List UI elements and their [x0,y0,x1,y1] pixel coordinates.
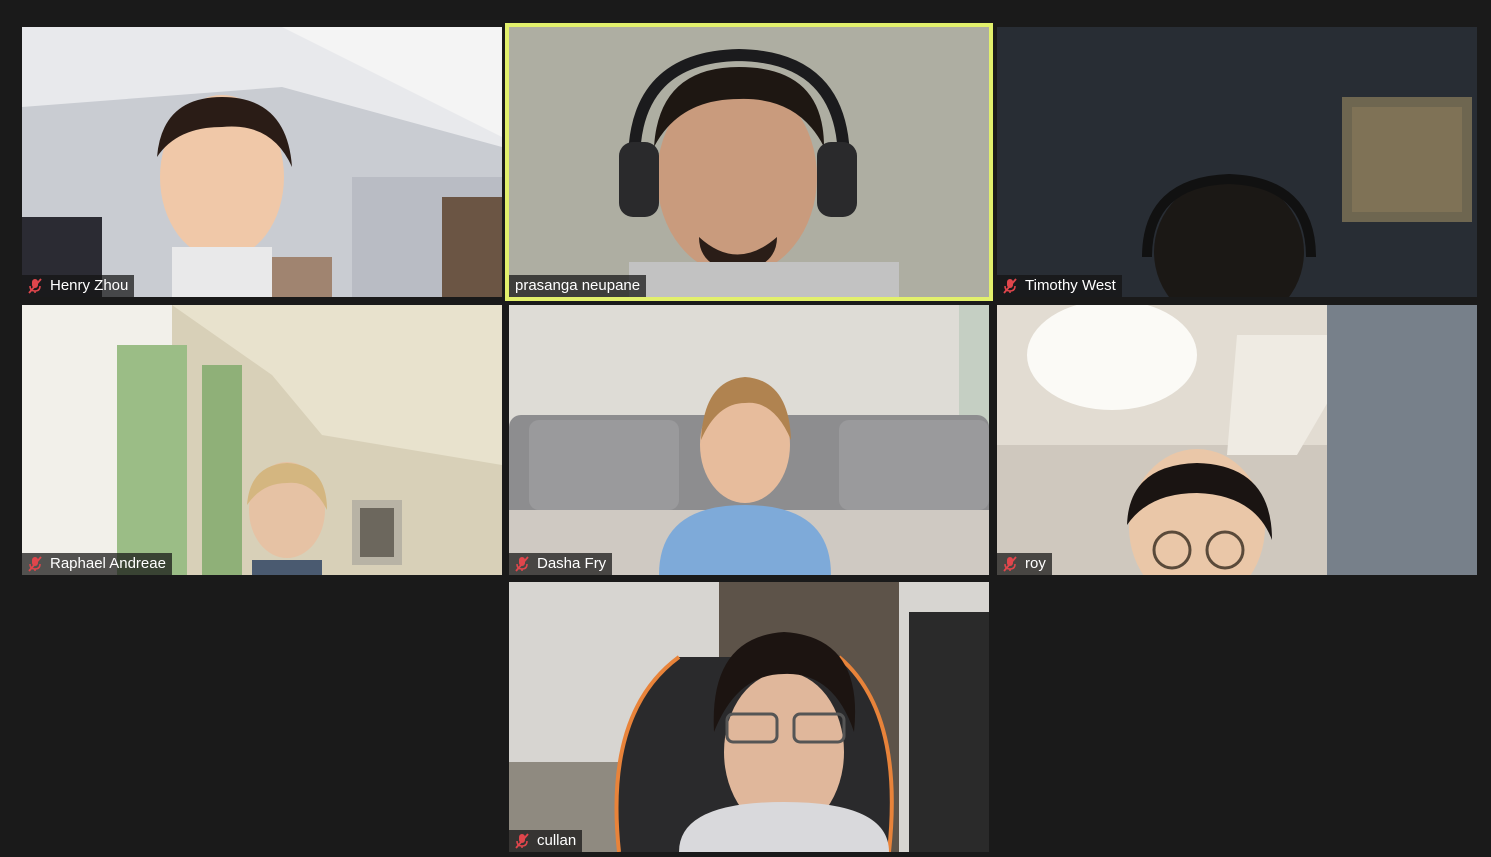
participant-name: Dasha Fry [537,555,607,572]
participant-name: Raphael Andreae [50,555,166,572]
video-feed [22,305,502,575]
video-feed [509,27,989,297]
mic-muted-icon [28,278,42,294]
participant-tile-cullan[interactable]: cullan [509,582,989,852]
video-feed [22,27,502,297]
participant-tile-prasanga-neupane[interactable]: prasanga neupane [505,23,993,301]
participant-name-tag: Timothy West [997,275,1122,297]
mic-muted-icon [515,556,529,572]
participant-name-tag: roy [997,553,1052,575]
video-feed [997,27,1477,297]
participant-name-tag: Raphael Andreae [22,553,172,575]
mic-muted-icon [1003,556,1017,572]
gallery-view: Henry Zhou prasanga neupane Timothy West… [0,0,1491,857]
participant-name-tag: Henry Zhou [22,275,135,297]
participant-tile-henry-zhou[interactable]: Henry Zhou [22,27,502,297]
participant-name: Henry Zhou [50,277,129,294]
participant-tile-roy[interactable]: roy [997,305,1477,575]
participant-tile-dasha-fry[interactable]: Dasha Fry [509,305,989,575]
participant-name: Timothy West [1025,277,1116,294]
video-feed [509,305,989,575]
participant-name: cullan [537,832,577,849]
participant-name: prasanga neupane [515,277,641,294]
participant-name-tag: Dasha Fry [509,553,613,575]
participant-name-tag: cullan [509,830,583,852]
video-feed [997,305,1477,575]
mic-muted-icon [1003,278,1017,294]
video-feed [509,582,989,852]
mic-muted-icon [515,833,529,849]
participant-tile-raphael-andreae[interactable]: Raphael Andreae [22,305,502,575]
participant-tile-timothy-west[interactable]: Timothy West [997,27,1477,297]
participant-name: roy [1025,555,1046,572]
participant-name-tag: prasanga neupane [509,275,647,297]
mic-muted-icon [28,556,42,572]
